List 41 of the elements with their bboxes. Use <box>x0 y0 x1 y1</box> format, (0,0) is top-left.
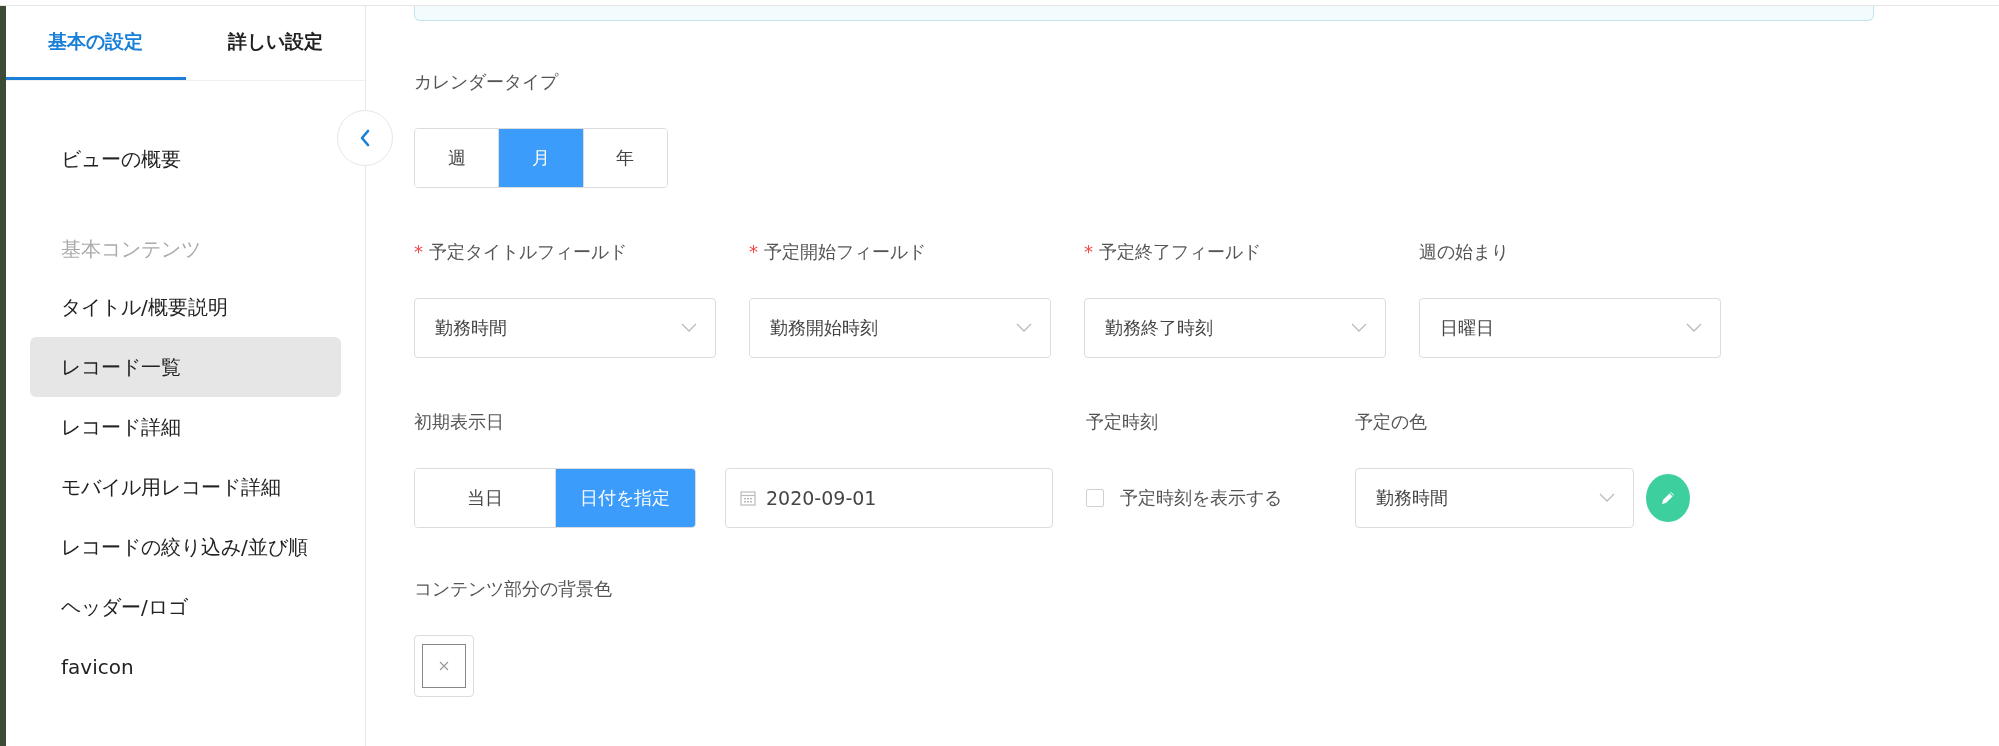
sidebar-item[interactable]: favicon <box>30 637 341 697</box>
chevron-left-icon <box>359 129 371 147</box>
edit-button[interactable] <box>1646 474 1690 522</box>
select-field[interactable]: 勤務終了時刻 <box>1084 298 1386 358</box>
chevron-down-icon <box>1686 323 1702 333</box>
sidebar-item[interactable]: タイトル/概要説明 <box>30 277 341 337</box>
sidebar-tab[interactable]: 詳しい設定 <box>185 6 365 80</box>
field-label: * 予定開始フィールド <box>749 240 927 264</box>
select-field[interactable]: 勤務時間 <box>414 298 716 358</box>
field-label: コンテンツ部分の背景色 <box>414 577 613 601</box>
field-label: 週の始まり <box>1419 240 1510 264</box>
field-label: * 予定タイトルフィールド <box>414 240 628 264</box>
date-field[interactable]: 2020-09-01 <box>725 468 1053 528</box>
select-field[interactable]: 勤務時間 <box>1355 468 1635 528</box>
field-label: カレンダータイプ <box>414 70 560 94</box>
select-field[interactable]: 勤務開始時刻 <box>749 298 1051 358</box>
sidebar-item[interactable]: ビューの概要 <box>30 129 341 189</box>
chevron-down-icon <box>1351 323 1367 333</box>
field-label: 予定時刻 <box>1086 410 1159 434</box>
checkbox[interactable] <box>1086 489 1104 507</box>
calendar-icon <box>740 490 756 506</box>
field-label: 予定の色 <box>1355 410 1428 434</box>
segment-button[interactable]: 週 <box>415 129 500 187</box>
chevron-down-icon <box>1016 323 1032 333</box>
segment-button[interactable]: 当日 <box>415 469 556 527</box>
field-label: 初期表示日 <box>414 410 505 434</box>
clear-icon <box>439 661 449 671</box>
section-heading: 基本コンテンツ <box>60 236 202 263</box>
chevron-down-icon <box>681 323 697 333</box>
sidebar-tab[interactable]: 基本の設定 <box>6 6 186 80</box>
sidebar-item[interactable]: レコード詳細 <box>30 397 341 457</box>
collapse-button[interactable] <box>337 110 393 166</box>
chevron-down-icon <box>1599 493 1616 503</box>
color-picker[interactable] <box>414 635 474 697</box>
sidebar-item[interactable]: モバイル用レコード詳細 <box>30 457 341 517</box>
sidebar-item[interactable]: ヘッダー/ロゴ <box>30 577 341 637</box>
field-label: * 予定終了フィールド <box>1084 240 1262 264</box>
sidebar-item[interactable]: レコード一覧 <box>30 337 341 397</box>
select-field[interactable]: 日曜日 <box>1419 298 1721 358</box>
sidebar-item[interactable]: レコードの絞り込み/並び順 <box>30 517 341 577</box>
checkbox-label[interactable]: 予定時刻を表示する <box>1120 486 1282 510</box>
